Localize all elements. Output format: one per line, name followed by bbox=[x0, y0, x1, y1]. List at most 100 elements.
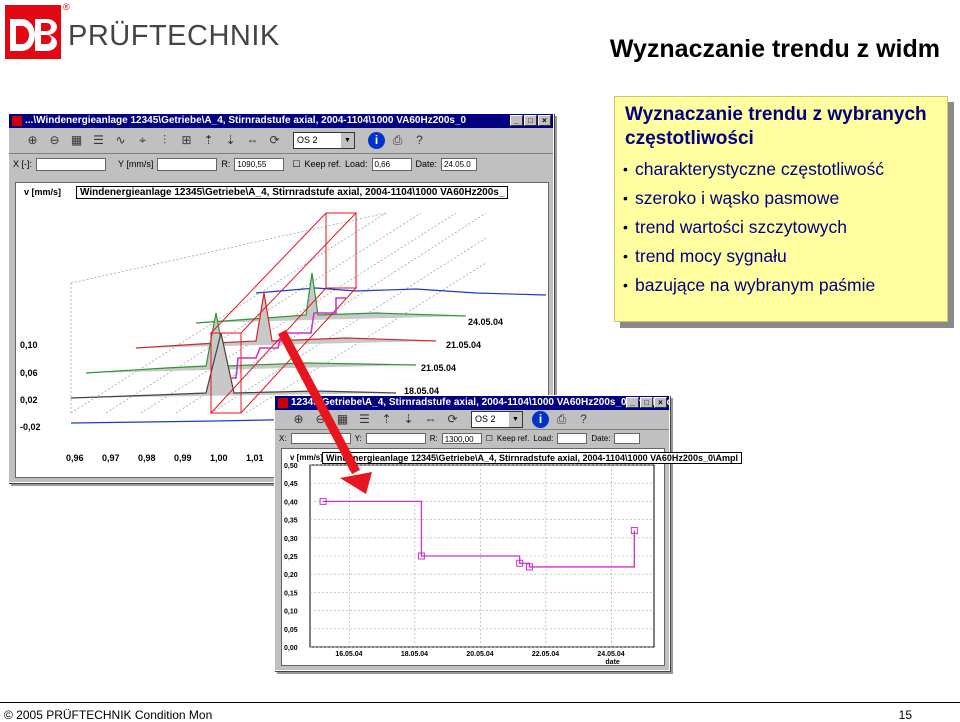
list-icon[interactable]: ☰ bbox=[355, 410, 374, 429]
r-label: R: bbox=[429, 433, 438, 443]
maximize-button[interactable]: □ bbox=[640, 397, 653, 408]
slide-title: Wyznaczanie trendu z widm bbox=[609, 35, 940, 63]
peak-down-icon[interactable]: ⇣ bbox=[399, 410, 418, 429]
peak-up-icon[interactable]: ⇡ bbox=[199, 131, 218, 150]
print-icon[interactable]: ⎙ bbox=[388, 131, 407, 150]
list-icon[interactable]: ☰ bbox=[89, 131, 108, 150]
date-label: 21.05.04 bbox=[446, 340, 481, 350]
cursor-icon[interactable]: ⌖ bbox=[133, 131, 152, 150]
load-label: Load: bbox=[344, 159, 368, 169]
date-label: Date: bbox=[415, 159, 438, 169]
band-icon[interactable]: ⇔ bbox=[243, 131, 262, 150]
x-field[interactable] bbox=[36, 157, 107, 171]
help-icon[interactable]: ? bbox=[574, 410, 593, 429]
help-icon[interactable]: ? bbox=[410, 131, 429, 150]
perspective-grid bbox=[70, 212, 487, 414]
close-button[interactable]: × bbox=[538, 115, 551, 126]
y-tick-label: 0,35 bbox=[284, 518, 298, 525]
zoom-out-icon[interactable]: ⊖ bbox=[311, 410, 330, 429]
order-select[interactable]: OS 2 bbox=[293, 132, 355, 149]
print-icon[interactable]: ⎙ bbox=[552, 410, 571, 429]
close-button[interactable]: × bbox=[654, 397, 667, 408]
date-label: Date: bbox=[591, 433, 611, 443]
x-tick: 0,97 bbox=[102, 453, 120, 463]
refresh-icon[interactable]: ⟳ bbox=[443, 410, 462, 429]
keep-ref-label: Keep ref. bbox=[496, 433, 530, 443]
note-title: Wyznaczanie trendu z wybranych częstotli… bbox=[625, 104, 927, 149]
y-tick-label: 0,10 bbox=[284, 609, 298, 616]
trend-chart-svg: 0,50 0,45 0,40 0,35 0,30 0,25 0,20 0,15 0,10 0,05… bbox=[284, 463, 655, 666]
y-tick-label: 0,20 bbox=[284, 572, 298, 579]
peak-down-icon[interactable]: ⇣ bbox=[221, 131, 240, 150]
date-field[interactable] bbox=[614, 432, 641, 444]
note-bullet: szeroko i wąsko pasmowe bbox=[623, 184, 937, 213]
info-icon[interactable]: i bbox=[368, 132, 385, 149]
brand-name: PRÜFTECHNIK bbox=[68, 20, 280, 52]
load-field[interactable] bbox=[557, 432, 588, 444]
brand-logo bbox=[5, 5, 61, 59]
x-field[interactable] bbox=[290, 432, 351, 444]
keep-ref-checkbox[interactable]: ☐ bbox=[486, 434, 493, 443]
y-field[interactable] bbox=[365, 432, 426, 444]
x-label: X: bbox=[279, 433, 287, 443]
trend-line bbox=[323, 500, 635, 568]
y-tick: -0,02 bbox=[20, 422, 41, 432]
footer-divider bbox=[0, 702, 960, 703]
y-tick-label: 0,15 bbox=[284, 590, 298, 597]
y-tick-label: 0,30 bbox=[284, 536, 298, 543]
date-field[interactable]: 24.05.0 bbox=[441, 157, 478, 171]
x-label: X [-]: bbox=[13, 159, 33, 169]
table-icon[interactable]: ▦ bbox=[67, 131, 86, 150]
toolbar: ⊕ ⊖ ▦ ☰ ∿ ⌖ ⫶ ⊞ ⇡ ⇣ ⇔ ⟳ OS 2 i ⎙ ? bbox=[9, 128, 553, 154]
window-title: 12345\Getriebe\A_4, Stirnradstufe axial,… bbox=[291, 397, 669, 408]
table-icon[interactable]: ▦ bbox=[333, 410, 352, 429]
minimize-button[interactable]: _ bbox=[510, 115, 523, 126]
r-field[interactable]: 1090,55 bbox=[234, 157, 285, 171]
keep-ref-checkbox[interactable]: ☐ bbox=[292, 159, 300, 170]
x-tick-label: 22.05.04 bbox=[532, 651, 559, 658]
maximize-button[interactable]: □ bbox=[524, 115, 537, 126]
refresh-icon[interactable]: ⟳ bbox=[265, 131, 284, 150]
r-field[interactable]: 1300,00 bbox=[441, 432, 482, 444]
spectrum-window-titlebar[interactable]: ...\Windenergieanlage 12345\Getriebe\A_4… bbox=[9, 114, 553, 128]
y-tick: 0,10 bbox=[20, 340, 38, 350]
trend-window-titlebar[interactable]: 12345\Getriebe\A_4, Stirnradstufe axial,… bbox=[275, 396, 669, 410]
info-icon[interactable]: i bbox=[532, 411, 549, 428]
marker-icon[interactable]: ⊞ bbox=[177, 131, 196, 150]
harmonic-icon[interactable]: ⫶ bbox=[155, 131, 174, 150]
y-tick-label: 0,50 bbox=[284, 463, 298, 470]
order-select[interactable]: OS 2 bbox=[471, 411, 523, 428]
date-label: 21.05.04 bbox=[421, 363, 456, 373]
cursor-readout: X: Y: R: 1300,00 ☐ Keep ref. Load: Date: bbox=[275, 430, 669, 446]
toolbar: ⊕ ⊖ ▦ ☰ ⇡ ⇣ ⇔ ⟳ OS 2 i ⎙ ? bbox=[275, 410, 669, 430]
band-icon[interactable]: ⇔ bbox=[421, 410, 440, 429]
note-bullet: trend mocy sygnału bbox=[623, 242, 937, 271]
y-tick-label: 0,00 bbox=[284, 645, 298, 652]
cursor-readout: X [-]: Y [mm/s] R: 1090,55 ☐ Keep ref. L… bbox=[9, 154, 553, 174]
zoom-out-icon[interactable]: ⊖ bbox=[45, 131, 64, 150]
x-tick: 1,00 bbox=[210, 453, 228, 463]
y-field[interactable] bbox=[157, 157, 218, 171]
x-axis-label: date bbox=[605, 659, 620, 666]
peak-up-icon[interactable]: ⇡ bbox=[377, 410, 396, 429]
y-tick-label: 0,40 bbox=[284, 499, 298, 506]
callout-note: Wyznaczanie trendu z wybranych częstotli… bbox=[614, 96, 948, 322]
minimize-button[interactable]: _ bbox=[626, 397, 639, 408]
zoom-in-icon[interactable]: ⊕ bbox=[289, 410, 308, 429]
load-field[interactable]: 0,66 bbox=[371, 157, 412, 171]
trend-window[interactable]: 12345\Getriebe\A_4, Stirnradstufe axial,… bbox=[274, 395, 742, 671]
window-title: ...\Windenergieanlage 12345\Getriebe\A_4… bbox=[25, 115, 467, 126]
trend-plot[interactable]: v [mm/s] Windenergieanlage 12345\Getrieb… bbox=[281, 448, 742, 666]
x-tick-label: 20.05.04 bbox=[466, 651, 493, 658]
zoom-in-icon[interactable]: ⊕ bbox=[23, 131, 42, 150]
x-tick: 0,96 bbox=[66, 453, 84, 463]
waveform-icon[interactable]: ∿ bbox=[111, 131, 130, 150]
y-label: Y [mm/s] bbox=[118, 159, 154, 169]
app-icon bbox=[278, 398, 288, 408]
x-tick: 0,99 bbox=[174, 453, 192, 463]
app-icon bbox=[12, 116, 22, 126]
x-tick-label: 18.05.04 bbox=[401, 651, 428, 658]
keep-ref-label: Keep ref. bbox=[304, 159, 341, 169]
note-bullet: bazujące na wybranym paśmie bbox=[623, 271, 937, 300]
y-tick-label: 0,45 bbox=[284, 481, 298, 488]
